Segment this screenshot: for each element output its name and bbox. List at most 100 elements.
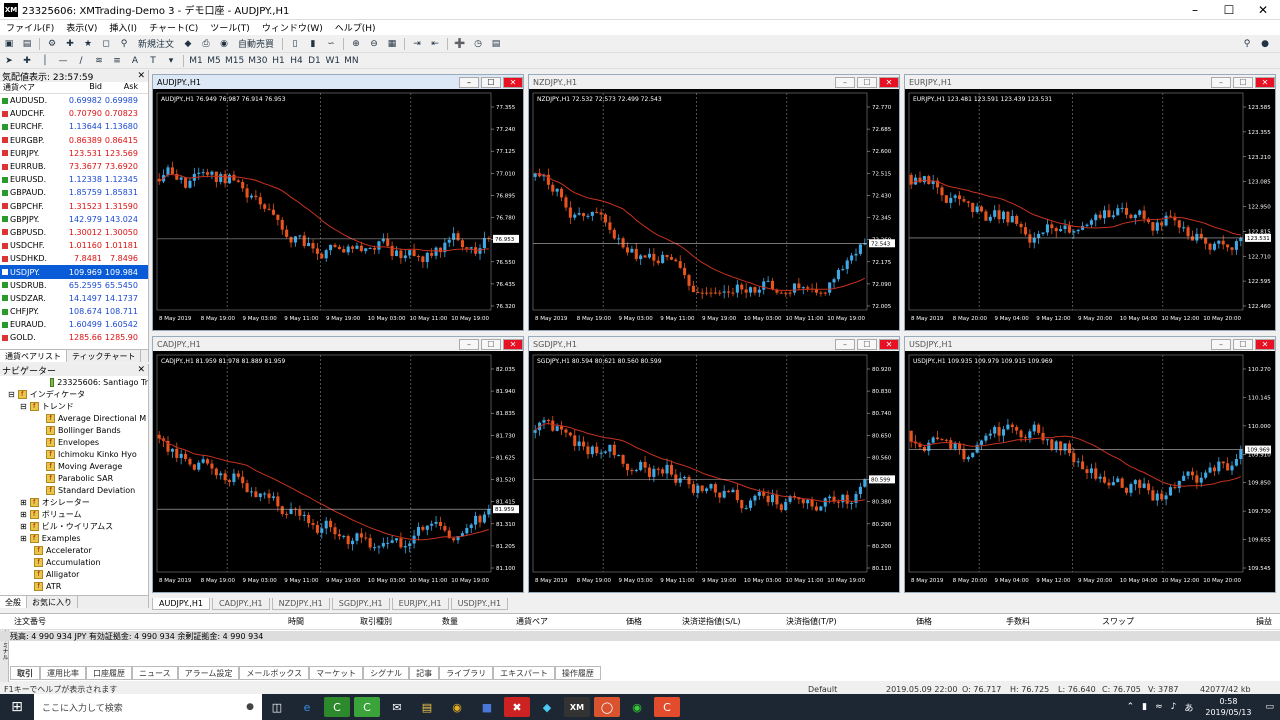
label-icon[interactable]: T [146, 54, 160, 68]
market-watch-row[interactable]: EURJPY. 123.531 123.569 [0, 147, 148, 160]
close-icon[interactable]: ✕ [503, 76, 523, 88]
nav-trend-item[interactable]: f Standard Deviation [0, 484, 148, 496]
chart-titlebar[interactable]: SGDJPY.,H1 – ☐ ✕ [529, 337, 899, 351]
chart-window[interactable]: CADJPY.,H1– ☐ ✕ CADJPY.,H1 81.959 81.978 81… [152, 336, 524, 593]
market-watch-row[interactable]: USDCHF. 1.01160 1.01181 [0, 239, 148, 252]
collapse-icon[interactable]: ⊟ [20, 402, 27, 411]
tile-windows-icon[interactable]: ▦ [385, 37, 399, 51]
tab-mailbox[interactable]: メールボックス [239, 666, 310, 680]
col-swap[interactable]: スワップ [1102, 616, 1134, 627]
nav-trend-item[interactable]: f Average Directional M [0, 412, 148, 424]
col-ask[interactable]: Ask [102, 82, 138, 93]
nav-trend-item[interactable]: f Envelopes [0, 436, 148, 448]
tester-icon[interactable]: ⚲ [117, 37, 131, 51]
signals-icon[interactable]: ◉ [217, 37, 231, 51]
vertical-line-icon[interactable]: │ [38, 54, 52, 68]
market-watch-row[interactable]: GBPCHF. 1.31523 1.31590 [0, 200, 148, 213]
col-time[interactable]: 時間 [288, 616, 304, 627]
tab-experts[interactable]: エキスパート [493, 666, 555, 680]
taskbar-search[interactable]: ここに入力して検索 ● [34, 694, 262, 720]
tab-trade[interactable]: 取引 [10, 666, 40, 680]
chart-window[interactable]: AUDJPY.,H1– ☐ ✕ AUDJPY.,H1 76.949 76.987 76… [152, 74, 524, 331]
minimize-icon[interactable]: – [1178, 0, 1212, 20]
bar-chart-icon[interactable]: ▯ [288, 37, 302, 51]
menu-view[interactable]: 表示(V) [60, 21, 103, 34]
text-icon[interactable]: A [128, 54, 142, 68]
tf-d1[interactable]: D1 [307, 54, 321, 68]
market-watch-row[interactable]: USDRUB. 65.2595 65.5450 [0, 279, 148, 292]
collapse-icon[interactable]: ⊟ [8, 390, 15, 399]
price-chart[interactable]: NZDJPY.,H1 72.532 72.573 72.499 72.543 72… [529, 89, 899, 330]
market-watch-row[interactable]: EURAUD. 1.60499 1.60542 [0, 318, 148, 331]
minimize-icon[interactable]: – [459, 338, 479, 350]
chart-tab-eurjpy[interactable]: EURJPY.,H1 [391, 598, 449, 610]
maximize-icon[interactable]: ☐ [1212, 0, 1246, 20]
col-tp[interactable]: 決済指値(T/P) [786, 616, 837, 627]
tf-w1[interactable]: W1 [325, 54, 340, 68]
col-type[interactable]: 取引種別 [360, 616, 392, 627]
menu-chart[interactable]: チャート(C) [143, 21, 204, 34]
chart-titlebar[interactable]: USDJPY.,H1 – ☐ ✕ [905, 337, 1275, 351]
menu-help[interactable]: ヘルプ(H) [329, 21, 382, 34]
nav-account[interactable]: 23325606: Santiago Tr [0, 376, 148, 388]
nav-example-item[interactable]: f ATR [0, 580, 148, 592]
templates-icon[interactable]: ▤ [489, 37, 503, 51]
nav-trend-item[interactable]: f Ichimoku Kinko Hyo [0, 448, 148, 460]
chart-tab-cadjpy[interactable]: CADJPY.,H1 [211, 598, 270, 610]
maximize-icon[interactable]: ☐ [857, 76, 877, 88]
col-symbol[interactable]: 通貨ペア [516, 616, 548, 627]
battery-icon[interactable]: ▮ [1138, 702, 1151, 712]
tf-h1[interactable]: H1 [271, 54, 285, 68]
chart-tab-sgdjpy[interactable]: SGDJPY.,H1 [331, 598, 390, 610]
chart-window[interactable]: EURJPY.,H1 – ☐ ✕ EURJPY.,H1 123.481 123.591 … [904, 74, 1276, 331]
volume-icon[interactable]: ♪ [1167, 702, 1181, 712]
new-order-button[interactable]: 新規注文 [135, 37, 177, 51]
tf-m30[interactable]: M30 [248, 54, 267, 68]
line-chart-icon[interactable]: ∽ [324, 37, 338, 51]
metaeditor-icon[interactable]: ◆ [181, 37, 195, 51]
app-green2-icon[interactable]: C [354, 697, 380, 717]
periods-icon[interactable]: ◷ [471, 37, 485, 51]
tab-exposure[interactable]: 運用比率 [40, 666, 86, 680]
app-orange-icon[interactable]: ◯ [594, 697, 620, 717]
network-icon[interactable]: ⌃ [1123, 702, 1139, 712]
price-chart[interactable]: USDJPY.,H1 109.935 109.979 109.915 109.9… [905, 351, 1275, 592]
zoom-in-icon[interactable]: ⊕ [349, 37, 363, 51]
profiles-icon[interactable]: ▤ [20, 37, 34, 51]
col-bid[interactable]: Bid [66, 82, 102, 93]
tab-tick-chart[interactable]: ティックチャート [67, 350, 142, 362]
close-icon[interactable]: ✕ [1246, 0, 1280, 20]
auto-trade-button[interactable]: 自動売買 [235, 37, 277, 51]
menu-window[interactable]: ウィンドウ(W) [256, 21, 329, 34]
account-icon[interactable]: ● [1258, 37, 1272, 51]
market-watch-row[interactable]: AUDUSD. 0.69982 0.69989 [0, 94, 148, 107]
candle-chart-icon[interactable]: ▮ [306, 37, 320, 51]
chart-tab-nzdjpy[interactable]: NZDJPY.,H1 [271, 598, 330, 610]
close-icon[interactable]: ✕ [879, 338, 899, 350]
market-watch-row[interactable]: GBPJPY. 142.979 143.024 [0, 213, 148, 226]
price-chart[interactable]: AUDJPY.,H1 76.949 76.987 76.914 76.953 77… [153, 89, 523, 330]
nav-trend-item[interactable]: f Parabolic SAR [0, 472, 148, 484]
zoom-out-icon[interactable]: ⊖ [367, 37, 381, 51]
tab-library[interactable]: ライブラリ [439, 666, 494, 680]
close-icon[interactable]: ✕ [1255, 338, 1275, 350]
close-icon[interactable]: ✕ [137, 71, 148, 81]
nav-trend-item[interactable]: f Moving Average [0, 460, 148, 472]
col-price[interactable]: 価格 [626, 616, 642, 627]
price-chart[interactable]: EURJPY.,H1 123.481 123.591 123.439 123.5… [905, 89, 1275, 330]
nav-example-item[interactable]: f Accumulation [0, 556, 148, 568]
app-red-icon[interactable]: ✖ [504, 697, 530, 717]
clock[interactable]: 0:58 2019/05/13 [1197, 696, 1259, 718]
channel-icon[interactable]: ≋ [92, 54, 106, 68]
col-volume[interactable]: 数量 [442, 616, 458, 627]
chart-window[interactable]: SGDJPY.,H1– ☐ ✕ SGDJPY.,H1 80.594 80.621 80… [528, 336, 900, 593]
minimize-icon[interactable]: – [835, 338, 855, 350]
market-watch-row[interactable]: EURUSD. 1.12338 1.12345 [0, 173, 148, 186]
app-green3-icon[interactable]: ◉ [624, 697, 650, 717]
chart-window[interactable]: NZDJPY.,H1– ☐ ✕ NZDJPY.,H1 72.532 72.573 72… [528, 74, 900, 331]
tf-m15[interactable]: M15 [225, 54, 244, 68]
minimize-icon[interactable]: – [459, 76, 479, 88]
close-icon[interactable]: ✕ [879, 76, 899, 88]
windows-start-icon[interactable]: ⊞ [0, 694, 34, 720]
maximize-icon[interactable]: ☐ [481, 338, 501, 350]
